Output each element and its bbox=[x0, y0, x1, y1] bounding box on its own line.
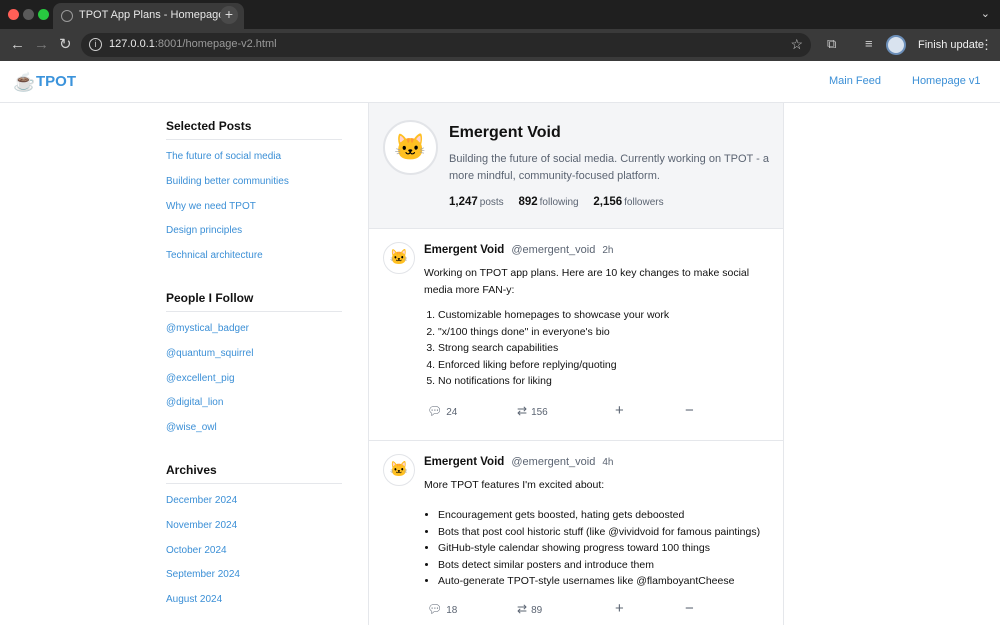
post-text: More TPOT features I'm excited about: bbox=[424, 479, 605, 491]
post-list: Encouragement gets boosted, hating gets … bbox=[424, 507, 774, 590]
post-actions: 💬︎ 18 ⇄ 89 + − bbox=[427, 601, 747, 620]
posts-stat[interactable]: 1,247 posts bbox=[449, 196, 504, 208]
section-title: Archives bbox=[166, 463, 342, 484]
browser-tab[interactable]: TPOT App Plans - Homepage × bbox=[53, 3, 244, 29]
profile-card: 🐱 Emergent Void Building the future of s… bbox=[369, 103, 783, 229]
avatar[interactable]: 🐱 bbox=[383, 120, 438, 175]
reload-icon[interactable]: ↻ bbox=[59, 36, 72, 54]
tab-search-icon[interactable]: ⌄ bbox=[981, 7, 990, 20]
post: 🐱 Emergent Void @emergent_void 4h More T… bbox=[369, 441, 783, 625]
extensions-puzzle-icon[interactable]: ⧉ bbox=[827, 36, 836, 52]
site-header: ☕ TPOT Main Feed Homepage v1 bbox=[0, 61, 1000, 103]
list-item: Customizable homepages to showcase your … bbox=[438, 307, 774, 324]
globe-icon bbox=[61, 10, 73, 22]
following-stat[interactable]: 892 following bbox=[518, 196, 578, 208]
repost-button[interactable]: ⇄ 156 bbox=[517, 404, 548, 418]
selected-post-link[interactable]: Why we need TPOT bbox=[166, 195, 342, 220]
list-item: Bots that post cool historic stuff (like… bbox=[438, 524, 774, 541]
post-actions: 💬︎ 24 ⇄ 156 + − bbox=[427, 403, 747, 422]
forward-arrow-icon[interactable]: → bbox=[34, 36, 49, 54]
address-bar[interactable]: i 127.0.0.1:8001/homepage-v2.html ☆ bbox=[81, 33, 811, 57]
post-handle[interactable]: @emergent_void bbox=[511, 244, 595, 256]
followed-user-link[interactable]: @wise_owl bbox=[166, 416, 342, 441]
boost-plus-button[interactable]: + bbox=[615, 403, 624, 418]
list-item: Enforced liking before replying/quoting bbox=[438, 357, 774, 374]
site-logo[interactable]: TPOT bbox=[36, 73, 76, 90]
selected-post-link[interactable]: The future of social media bbox=[166, 145, 342, 170]
list-item: Encouragement gets boosted, hating gets … bbox=[438, 507, 774, 524]
section-title: Selected Posts bbox=[166, 119, 342, 140]
archives-section: Archives December 2024 November 2024 Oct… bbox=[166, 463, 342, 613]
followed-user-link[interactable]: @digital_lion bbox=[166, 391, 342, 416]
tab-title: TPOT App Plans - Homepage bbox=[79, 9, 225, 21]
coffee-cup-icon: ☕ bbox=[13, 72, 36, 92]
site-info-icon[interactable]: i bbox=[89, 38, 102, 51]
close-window-button[interactable] bbox=[8, 9, 19, 20]
post-handle[interactable]: @emergent_void bbox=[511, 456, 595, 468]
minimize-window-button[interactable] bbox=[23, 9, 34, 20]
post-list: Customizable homepages to showcase your … bbox=[424, 307, 774, 390]
followed-user-link[interactable]: @excellent_pig bbox=[166, 367, 342, 392]
nav-main-feed[interactable]: Main Feed bbox=[829, 75, 881, 87]
post-timestamp: 4h bbox=[602, 457, 614, 468]
archive-month-link[interactable]: August 2024 bbox=[166, 588, 342, 613]
followers-stat[interactable]: 2,156 followers bbox=[593, 196, 663, 208]
avatar[interactable]: 🐱 bbox=[383, 454, 415, 486]
profile-name: Emergent Void bbox=[449, 124, 561, 141]
selected-post-link[interactable]: Technical architecture bbox=[166, 244, 342, 269]
profile-bio: Building the future of social media. Cur… bbox=[449, 153, 769, 182]
list-item: GitHub-style calendar showing progress t… bbox=[438, 540, 774, 557]
more-menu-icon[interactable]: ⋮ bbox=[980, 37, 993, 53]
boost-plus-button[interactable]: + bbox=[615, 601, 624, 616]
archive-month-link[interactable]: December 2024 bbox=[166, 489, 342, 514]
post-header: Emergent Void @emergent_void 2h bbox=[424, 244, 614, 256]
main-feed: 🐱 Emergent Void Building the future of s… bbox=[368, 103, 784, 625]
archive-month-link[interactable]: October 2024 bbox=[166, 539, 342, 564]
list-item: "x/100 things done" in everyone's bio bbox=[438, 324, 774, 341]
new-tab-button[interactable]: + bbox=[220, 6, 238, 24]
post: 🐱 Emergent Void @emergent_void 2h Workin… bbox=[369, 229, 783, 441]
deboost-minus-button[interactable]: − bbox=[685, 601, 694, 616]
avatar[interactable]: 🐱 bbox=[383, 242, 415, 274]
post-text: Working on TPOT app plans. Here are 10 k… bbox=[424, 267, 750, 296]
post-timestamp: 2h bbox=[602, 245, 614, 256]
repost-arrows-icon: ⇄ bbox=[517, 404, 528, 418]
reply-button[interactable]: 💬︎ 24 bbox=[427, 404, 457, 418]
repost-arrows-icon: ⇄ bbox=[517, 602, 528, 616]
list-item: Auto-generate TPOT-style usernames like … bbox=[438, 573, 774, 590]
archive-month-link[interactable]: September 2024 bbox=[166, 563, 342, 588]
followed-user-link[interactable]: @mystical_badger bbox=[166, 317, 342, 342]
profile-avatar[interactable] bbox=[886, 35, 906, 55]
people-i-follow-section: People I Follow @mystical_badger @quantu… bbox=[166, 291, 342, 441]
list-item: Bots detect similar posters and introduc… bbox=[438, 557, 774, 574]
post-header: Emergent Void @emergent_void 4h bbox=[424, 456, 614, 468]
selected-post-link[interactable]: Design principles bbox=[166, 219, 342, 244]
list-item: Strong search capabilities bbox=[438, 340, 774, 357]
post-author[interactable]: Emergent Void bbox=[424, 456, 504, 468]
deboost-minus-button[interactable]: − bbox=[685, 403, 694, 418]
browser-tab-bar: TPOT App Plans - Homepage × + ⌄ bbox=[0, 0, 1000, 29]
sidebar: Selected Posts The future of social medi… bbox=[166, 103, 342, 613]
speech-bubble-icon: 💬︎ bbox=[427, 602, 443, 616]
archive-month-link[interactable]: November 2024 bbox=[166, 514, 342, 539]
finish-update-button[interactable]: Finish update bbox=[912, 34, 990, 56]
back-arrow-icon[interactable]: ← bbox=[10, 36, 25, 54]
selected-post-link[interactable]: Building better communities bbox=[166, 170, 342, 195]
nav-homepage-v1[interactable]: Homepage v1 bbox=[912, 75, 981, 87]
reply-button[interactable]: 💬︎ 18 bbox=[427, 602, 457, 616]
repost-button[interactable]: ⇄ 89 bbox=[517, 602, 542, 616]
url-text: 127.0.0.1:8001/homepage-v2.html bbox=[109, 38, 277, 50]
section-title: People I Follow bbox=[166, 291, 342, 312]
post-author[interactable]: Emergent Void bbox=[424, 244, 504, 256]
profile-stats: 1,247 posts 892 following 2,156 followers bbox=[449, 196, 676, 208]
media-controls-icon[interactable]: ≡ bbox=[865, 36, 873, 51]
followed-user-link[interactable]: @quantum_squirrel bbox=[166, 342, 342, 367]
bookmark-star-icon[interactable]: ☆ bbox=[790, 36, 803, 53]
maximize-window-button[interactable] bbox=[38, 9, 49, 20]
browser-toolbar: ← → ↻ i 127.0.0.1:8001/homepage-v2.html … bbox=[0, 29, 1000, 61]
speech-bubble-icon: 💬︎ bbox=[427, 404, 443, 418]
list-item: No notifications for liking bbox=[438, 373, 774, 390]
selected-posts-section: Selected Posts The future of social medi… bbox=[166, 119, 342, 269]
